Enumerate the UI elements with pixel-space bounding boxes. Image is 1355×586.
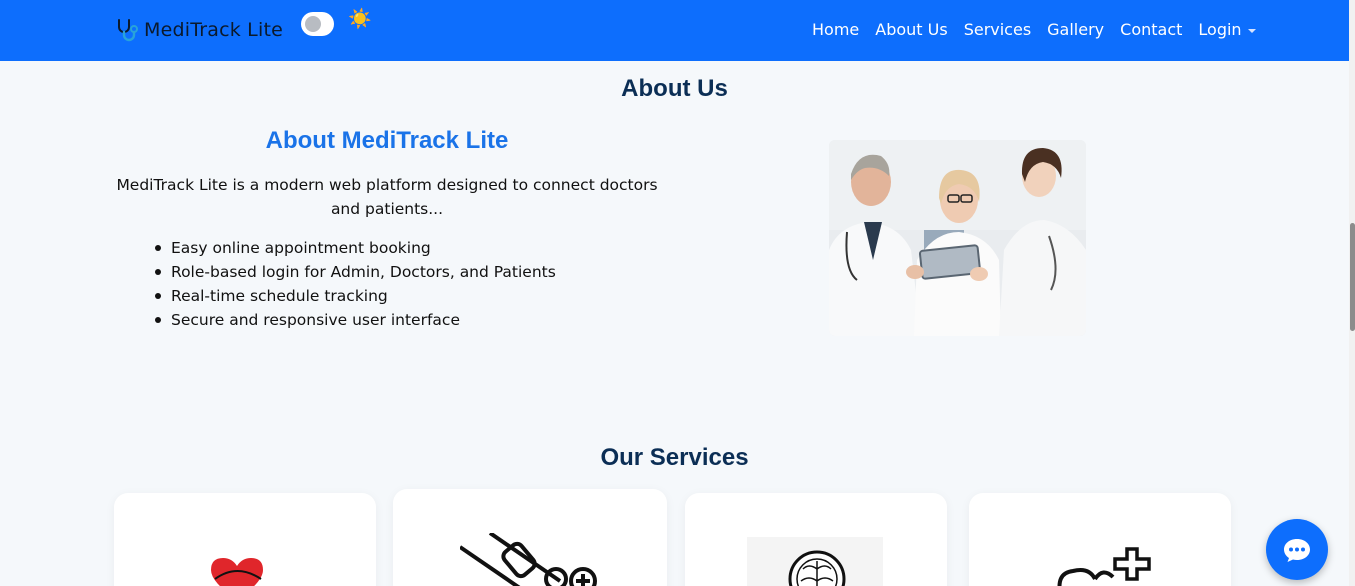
theme-toggle-switch[interactable] xyxy=(301,12,334,36)
service-card-pulmonology[interactable] xyxy=(969,493,1231,586)
nav-menu: Home About Us Services Gallery Contact L… xyxy=(812,20,1256,40)
lungs-icon xyxy=(1033,537,1167,586)
service-card-vaccination[interactable] xyxy=(393,489,667,586)
doctors-photo xyxy=(829,140,1086,336)
about-section-title: About Us xyxy=(621,75,728,102)
heart-icon xyxy=(177,537,313,586)
nav-link-home[interactable]: Home xyxy=(812,20,859,40)
login-label: Login xyxy=(1198,20,1242,39)
service-card-cardiology[interactable] xyxy=(114,493,376,586)
page-scrollbar[interactable] xyxy=(1349,0,1355,586)
nav-link-contact[interactable]: Contact xyxy=(1120,20,1182,40)
list-item: Easy online appointment booking xyxy=(155,236,556,260)
login-dropdown[interactable]: Login xyxy=(1198,20,1256,40)
service-card-neurology[interactable] xyxy=(685,493,947,586)
syringe-icon xyxy=(460,533,602,586)
list-item: Real-time schedule tracking xyxy=(155,284,556,308)
stethoscope-icon xyxy=(118,19,138,42)
toggle-knob xyxy=(305,16,321,32)
nav-link-about-us[interactable]: About Us xyxy=(875,20,947,40)
list-item: Secure and responsive user interface xyxy=(155,308,556,332)
nav-link-services[interactable]: Services xyxy=(964,20,1031,40)
brain-icon xyxy=(747,537,883,586)
brand-name: MediTrack Lite xyxy=(144,19,283,41)
nav-link-gallery[interactable]: Gallery xyxy=(1047,20,1104,40)
top-navbar: MediTrack Lite ☀️ Home About Us Services… xyxy=(0,0,1349,61)
sun-icon: ☀️ xyxy=(348,8,372,30)
services-section-title: Our Services xyxy=(600,444,749,471)
scrollbar-thumb[interactable] xyxy=(1350,223,1355,331)
chat-icon xyxy=(1284,538,1310,562)
list-item: Role-based login for Admin, Doctors, and… xyxy=(155,260,556,284)
brand-logo-link[interactable]: MediTrack Lite xyxy=(114,17,283,43)
chevron-down-icon xyxy=(1247,29,1256,33)
about-description: MediTrack Lite is a modern web platform … xyxy=(116,176,658,218)
about-subtitle: About MediTrack Lite xyxy=(265,127,509,154)
feature-list: Easy online appointment booking Role-bas… xyxy=(155,236,556,332)
chat-button[interactable] xyxy=(1266,519,1328,580)
